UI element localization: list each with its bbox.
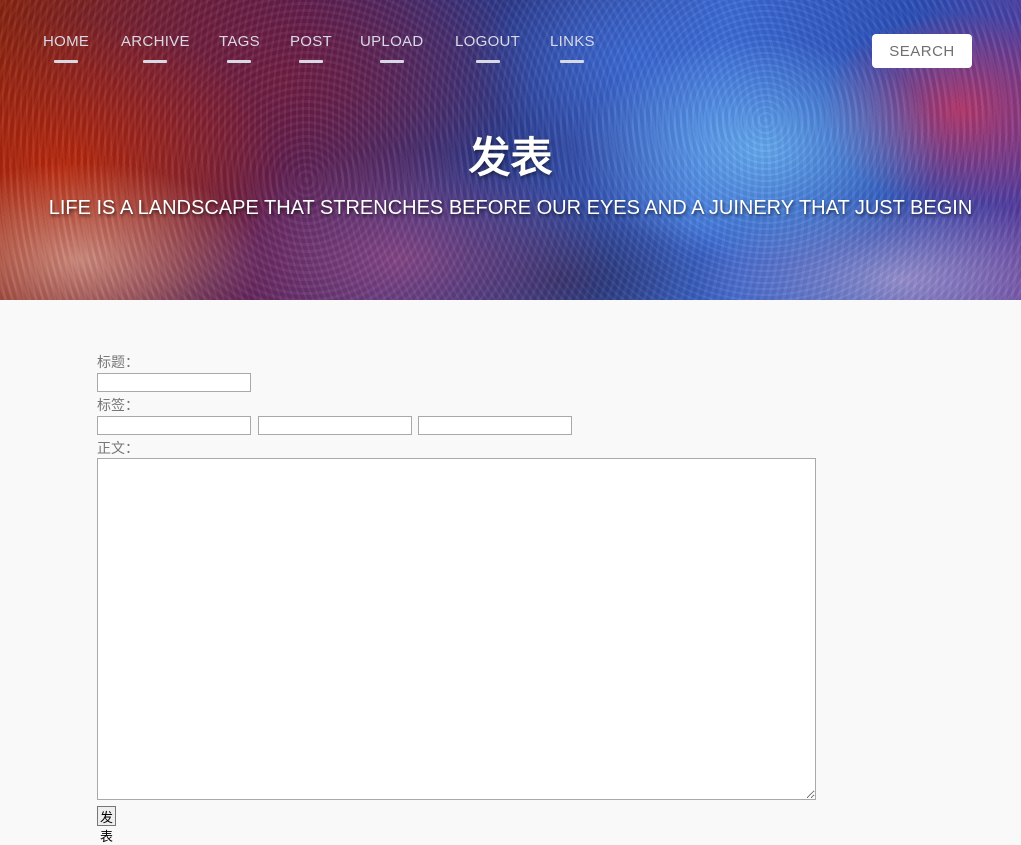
nav-item-upload[interactable]: UPLOAD [360, 33, 424, 63]
nav-item-label: TAGS [219, 33, 260, 50]
title-label: 标题： [97, 355, 139, 371]
nav-underline [379, 60, 404, 63]
page-subtitle: LIFE IS A LANDSCAPE THAT STRENCHES BEFOR… [48, 197, 973, 219]
nav-item-label: LINKS [550, 33, 595, 50]
nav-item-label: LOGOUT [455, 33, 521, 50]
nav-item-logout[interactable]: LOGOUT [455, 33, 521, 63]
nav-underline [475, 60, 500, 63]
nav-item-archive[interactable]: ARCHIVE [121, 33, 190, 63]
tag-input-3[interactable] [418, 416, 572, 435]
title-input[interactable] [97, 373, 251, 392]
nav-item-label: ARCHIVE [121, 33, 190, 50]
nav-item-home[interactable]: HOME [43, 33, 90, 63]
body-label: 正文： [97, 441, 139, 457]
submit-button[interactable]: 发表 [97, 806, 117, 845]
nav-underline [143, 60, 168, 63]
nav-item-post[interactable]: POST [290, 33, 333, 63]
nav-underline [227, 60, 252, 63]
nav-item-label: POST [290, 33, 333, 50]
nav-item-label: HOME [43, 33, 90, 50]
search-button[interactable]: SEARCH [872, 34, 972, 68]
body-textarea[interactable] [97, 458, 816, 800]
header-banner: HOME ARCHIVE TAGS POST UPLOAD LOGOUT LIN… [0, 0, 1021, 300]
nav-underline [299, 60, 324, 63]
nav-underline [560, 60, 585, 63]
nav-item-label: UPLOAD [360, 33, 424, 50]
tag-input-2[interactable] [258, 416, 412, 435]
nav-item-links[interactable]: LINKS [550, 33, 595, 63]
tag-input-1[interactable] [97, 416, 251, 435]
nav-item-tags[interactable]: TAGS [219, 33, 260, 63]
nav-underline [54, 60, 79, 63]
tags-label: 标签： [97, 398, 139, 414]
page-title: 发表 [468, 133, 553, 182]
